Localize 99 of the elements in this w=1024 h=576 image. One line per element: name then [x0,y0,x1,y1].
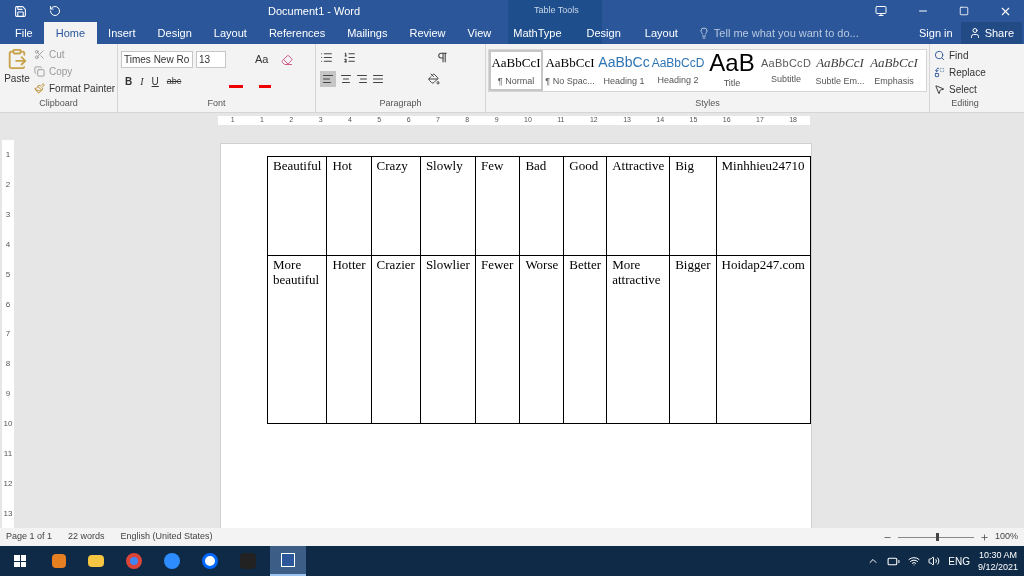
table-cell: Slowlier [420,255,476,424]
restore-icon[interactable] [959,6,969,16]
shading-icon[interactable] [428,73,440,85]
clock-date[interactable]: 9/12/2021 [977,561,1018,573]
table-cell: Hotter [326,255,372,424]
style-gallery-item[interactable]: AaBbCcI ¶ No Spac... [543,50,597,91]
page-count[interactable]: Page 1 of 1 [6,530,53,544]
table-cell: Slowly [420,156,476,256]
align-left-button[interactable] [320,71,336,87]
table-cell: Crazy [371,156,421,256]
vertical-ruler[interactable]: 1 2 3 4 5 6 7 8 9 10 11 12 13 [2,140,14,528]
font-name-field[interactable]: Times New Ro [121,51,193,68]
lightbulb-icon [697,27,710,39]
table-cell: Hoidap247.com [716,255,811,424]
word-count[interactable]: 22 words [68,530,105,544]
table-cell: Few [475,156,520,256]
zoom-slider-thumb[interactable] [935,532,939,541]
find-button[interactable]: Find [934,48,996,63]
style-gallery-item[interactable]: AaB Title [705,50,759,91]
show-marks-icon[interactable] [436,51,449,64]
table-cell: Attractive [606,156,670,256]
search-icon [934,50,945,61]
numbering-icon[interactable] [343,51,356,64]
ribbon-tab[interactable]: Layout [202,22,258,44]
table-cell: Good [563,156,607,256]
strikethrough-button[interactable]: abc [166,74,182,89]
scissors-icon [34,49,45,60]
person-icon [968,27,981,39]
ribbon-tab[interactable]: Home [43,22,98,44]
justify-icon[interactable] [372,73,384,85]
underline-button[interactable]: U [151,74,159,89]
clipboard-icon [6,47,28,71]
copy-icon [34,66,45,77]
align-left-icon [322,73,334,85]
context-group-label: Table Tools [534,4,579,18]
change-case-button[interactable]: Aa [255,51,269,68]
font-size-field[interactable]: 13 [196,51,226,68]
share-button[interactable]: Share [960,22,1022,44]
group-label: Styles [694,96,721,110]
group-label: Paragraph [378,96,423,110]
ribbon-tab[interactable]: View [456,22,503,44]
italic-button[interactable]: I [140,74,144,89]
sign-in-link[interactable]: Sign in [919,22,953,44]
paste-button[interactable]: Paste [0,47,34,97]
wifi-icon[interactable] [908,555,921,567]
table-cell: Bad [519,156,564,256]
style-gallery-item[interactable]: AaBbCcI Subtle Em... [813,50,867,91]
ribbon-tab[interactable]: Design [146,22,203,44]
replace-icon [934,67,945,78]
bold-button[interactable]: B [125,74,133,89]
align-right-icon[interactable] [356,73,368,85]
ribbon-display-icon[interactable] [875,5,887,17]
ribbon-tab[interactable]: References [257,22,337,44]
ribbon-tab[interactable]: Insert [97,22,147,44]
style-gallery-item[interactable]: AaBbCcD Heading 2 [651,50,705,91]
save-icon[interactable] [14,4,27,18]
ribbon-tab[interactable]: Mailings [336,22,399,44]
ribbon-tab[interactable]: MathType [502,22,573,44]
zoom-in-icon[interactable] [979,532,989,542]
table-cell: Big [669,156,717,256]
zoom-level[interactable]: 100% [994,530,1018,544]
clock-time[interactable]: 10:30 AM [978,549,1017,561]
select-button[interactable]: Select [934,82,996,97]
table-cell: Minhhieu24710 [716,156,811,256]
table-cell: Fewer [475,255,520,424]
ribbon-tab[interactable]: Design [574,22,633,44]
undo-icon[interactable] [49,5,61,17]
bullets-icon[interactable] [320,51,333,64]
style-gallery-item[interactable]: AaBbCcD Subtitle [759,50,813,91]
align-center-icon[interactable] [340,73,352,85]
table-cell: Worse [519,255,564,424]
ribbon-tab[interactable]: Layout [632,22,690,44]
table-cell: More attractive [606,255,670,424]
input-language[interactable]: ENG [948,553,970,569]
table-cell: Bigger [669,255,717,424]
table-cell: Beautiful [267,156,327,256]
ribbon-tab[interactable]: Review [398,22,457,44]
style-gallery-item[interactable]: AaBbCcI Emphasis [867,50,921,91]
pointer-icon [934,84,945,95]
table-cell: Better [563,255,607,424]
style-gallery-item[interactable]: AaBbCc Heading 1 [597,50,651,91]
clear-formatting-icon[interactable] [281,53,294,66]
word-taskbar-icon[interactable] [270,546,306,576]
group-label: Clipboard [38,96,79,110]
group-label: Editing [950,97,980,110]
format-painter-button[interactable]: Format Painter [34,81,116,96]
style-gallery-item[interactable]: AaBbCcI ¶ Normal [489,50,543,91]
window-title: Document1 - Word [268,3,361,19]
volume-icon[interactable] [928,555,941,567]
replace-button[interactable]: Replace [934,65,996,80]
table-cell: Hot [326,156,372,256]
language-indicator[interactable]: English (United States) [120,530,213,544]
ribbon-tab[interactable]: File [4,22,44,44]
paintbrush-icon [34,83,45,94]
table-cell: Crazier [371,255,421,424]
tell-me-field[interactable]: Tell me what you want to do... [697,22,859,44]
table-cell: More beautiful [267,255,327,424]
start-icon[interactable] [14,555,26,567]
group-label: Font [206,96,227,110]
